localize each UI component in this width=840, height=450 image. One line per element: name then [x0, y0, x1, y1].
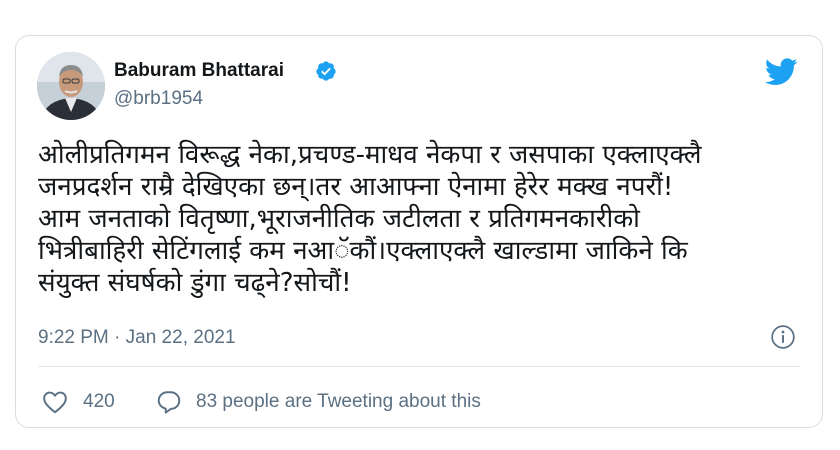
author-handle[interactable]: @brb1954 — [114, 88, 203, 110]
author-name[interactable]: Baburam Bhattarai — [114, 60, 284, 82]
twitter-bird-icon[interactable] — [765, 58, 798, 86]
divider — [38, 366, 800, 367]
info-icon[interactable] — [770, 324, 796, 350]
verified-badge-icon — [316, 61, 336, 81]
heart-icon — [43, 391, 67, 414]
speech-bubble-icon — [157, 391, 181, 414]
tweet-timestamp[interactable]: 9:22 PM · Jan 22, 2021 — [38, 327, 236, 349]
like-button[interactable]: 420 — [42, 388, 115, 416]
avatar[interactable] — [37, 52, 105, 120]
conversation-button[interactable]: 83 people are Tweeting about this — [156, 388, 481, 416]
profile-photo — [37, 52, 105, 120]
tweet-card: Baburam Bhattarai @brb1954 ओलीप्रतिगमन व… — [15, 35, 823, 428]
like-count: 420 — [83, 391, 115, 412]
conversation-text: 83 people are Tweeting about this — [196, 391, 481, 412]
tweet-text: ओलीप्रतिगमन विरूद्ध नेका,प्रचण्ड-माधव ने… — [38, 140, 702, 298]
